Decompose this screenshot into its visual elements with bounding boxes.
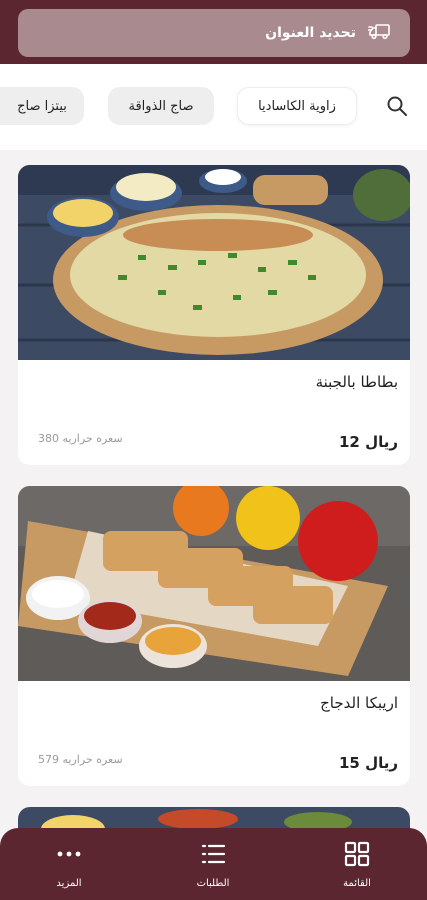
nav-menu[interactable]: القائمة [317, 828, 397, 900]
product-price: 12 ريال [338, 433, 398, 451]
more-dots-icon [55, 840, 83, 872]
category-chip-pizza-saj[interactable]: بيتزا صاج [0, 87, 84, 125]
product-title: بطاطا بالجبنة [315, 373, 398, 391]
search-icon[interactable] [385, 94, 409, 118]
product-card[interactable]: بطاطا بالجبنة 12 ريال 380 سعره حراريه [18, 165, 410, 465]
product-calories: 380 سعره حراريه [38, 432, 123, 445]
top-bar: تحديد العنوان [0, 0, 427, 64]
set-address-label: تحديد العنوان [265, 25, 356, 41]
product-calories: 579 سعره حراريه [38, 753, 123, 766]
nav-more[interactable]: المزيد [29, 828, 109, 900]
list-icon [199, 840, 227, 872]
bottom-navigation: القائمة الطلبات المزيد [0, 828, 427, 900]
product-title: اريبكا الدجاج [320, 694, 398, 712]
category-chip-gourmet-saj[interactable]: صاج الذواقة [108, 87, 214, 125]
set-address-button[interactable]: تحديد العنوان [18, 9, 410, 57]
category-chip-label: صاج الذواقة [128, 98, 194, 114]
category-chip-casadia[interactable]: زاوية الكاساديا [237, 87, 357, 125]
product-price: 15 ريال [338, 754, 398, 772]
nav-more-label: المزيد [56, 877, 82, 889]
nav-orders[interactable]: الطلبات [173, 828, 253, 900]
delivery-truck-icon [367, 19, 392, 47]
category-chip-label: بيتزا صاج [17, 98, 67, 114]
nav-orders-label: الطلبات [196, 877, 230, 889]
nav-menu-label: القائمة [343, 877, 371, 889]
product-image [18, 165, 410, 360]
product-card[interactable]: اريبكا الدجاج 15 ريال 579 سعره حراريه [18, 486, 410, 786]
grid-icon [343, 840, 371, 872]
product-image [18, 486, 410, 681]
category-chip-label: زاوية الكاساديا [258, 98, 336, 114]
